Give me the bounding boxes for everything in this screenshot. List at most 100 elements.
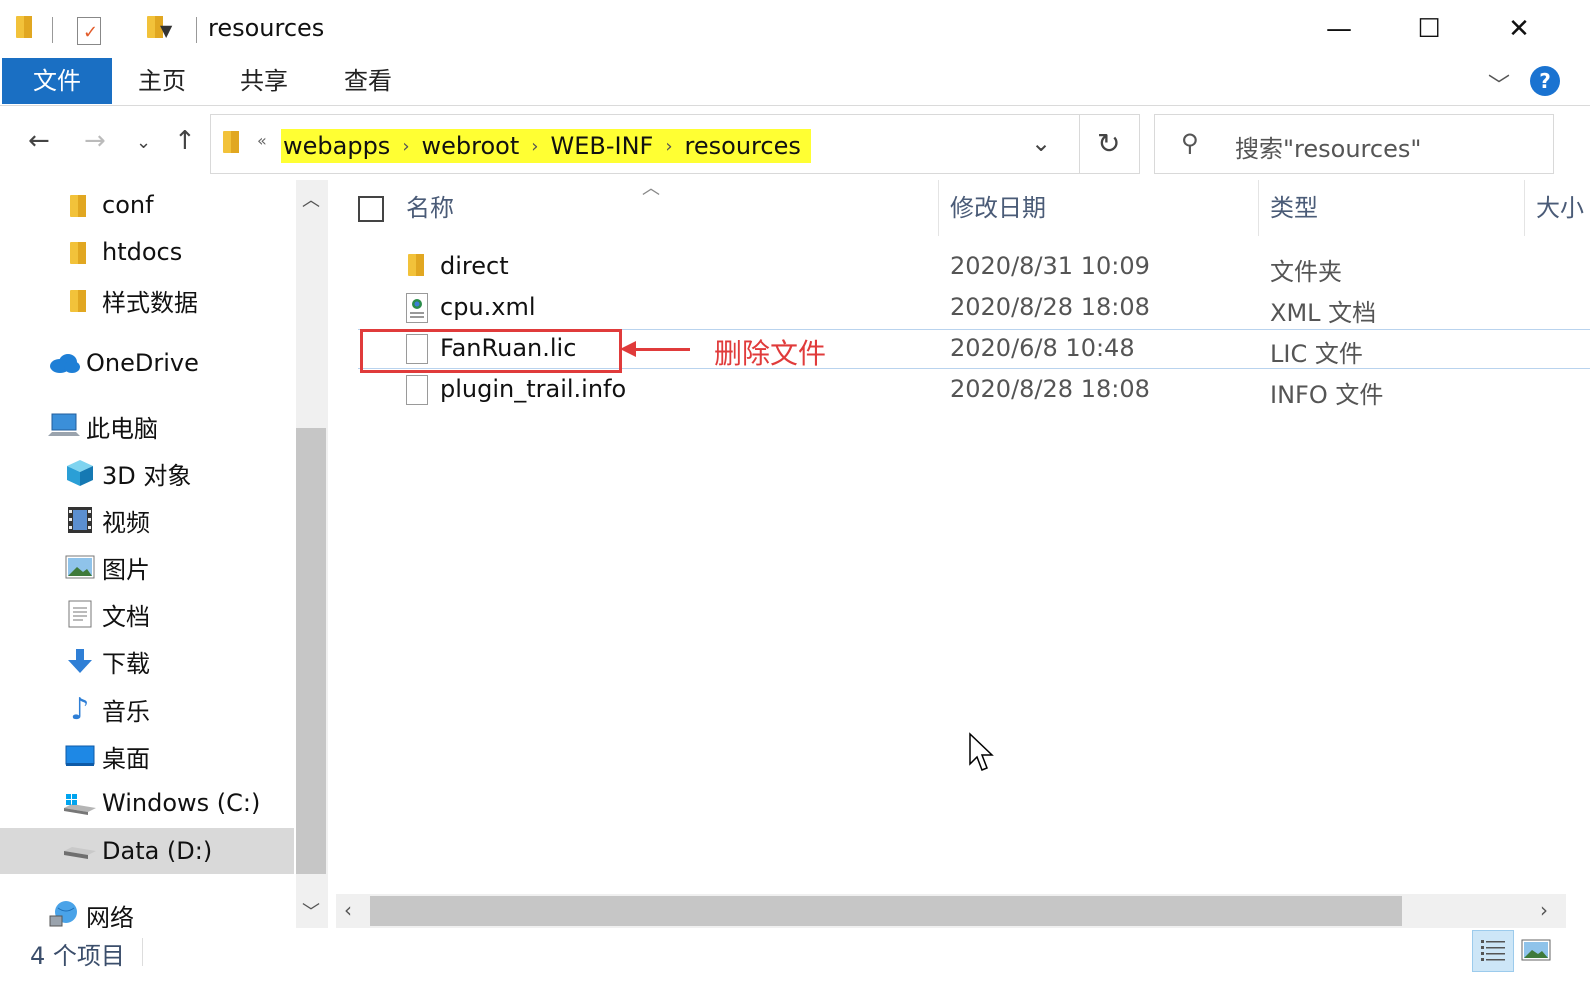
sidebar-item-htdocs[interactable]: htdocs bbox=[0, 229, 294, 275]
column-header-name[interactable]: 名称 bbox=[406, 180, 454, 236]
search-input[interactable]: 搜索"resources" bbox=[1235, 129, 1421, 164]
column-header-type[interactable]: 类型 bbox=[1270, 180, 1318, 236]
horizontal-scrollbar[interactable]: ‹ › bbox=[336, 894, 1566, 928]
breadcrumb-webroot[interactable]: webroot bbox=[422, 132, 520, 160]
sidebar-item-onedrive[interactable]: OneDrive bbox=[0, 340, 294, 386]
music-icon: ♪ bbox=[70, 691, 90, 727]
sidebar-item-label: OneDrive bbox=[86, 349, 199, 377]
details-view-button[interactable] bbox=[1472, 930, 1514, 972]
search-box[interactable]: ⚲ 搜索"resources" bbox=[1154, 114, 1554, 174]
address-bar[interactable]: « webapps › webroot › WEB-INF › resource… bbox=[210, 114, 1140, 174]
column-divider[interactable] bbox=[1524, 180, 1525, 236]
scroll-up-icon[interactable]: ︿ bbox=[302, 186, 320, 212]
drive-icon bbox=[64, 835, 96, 867]
annotation-arrow-line bbox=[624, 348, 690, 351]
sidebar-item-3d-objects[interactable]: 3D 对象 bbox=[0, 450, 294, 496]
column-divider[interactable] bbox=[1258, 180, 1259, 236]
file-type: XML 文档 bbox=[1270, 299, 1377, 327]
folder-icon bbox=[68, 240, 88, 264]
sidebar-item-style-data[interactable]: 样式数据 bbox=[0, 277, 294, 323]
table-row[interactable]: plugin_trail.info 2020/8/28 18:08 INFO 文… bbox=[358, 371, 1590, 411]
select-all-checkbox[interactable] bbox=[358, 196, 384, 222]
sidebar-item-windows-c[interactable]: Windows (C:) bbox=[0, 780, 294, 826]
tab-home[interactable]: 主页 bbox=[112, 58, 212, 104]
address-divider bbox=[1079, 115, 1080, 173]
properties-checkmark-icon[interactable]: ✓ bbox=[77, 17, 101, 45]
sidebar-scrollbar[interactable]: ︿ ﹀ bbox=[296, 180, 328, 928]
file-date: 2020/8/28 18:08 bbox=[950, 293, 1150, 321]
close-button[interactable]: ✕ bbox=[1474, 0, 1564, 58]
sidebar-item-label: htdocs bbox=[102, 238, 183, 266]
scroll-right-icon[interactable]: › bbox=[1540, 898, 1548, 922]
ribbon: 文件 主页 共享 查看 ﹀ ? bbox=[0, 58, 1590, 106]
sidebar-item-data-d[interactable]: Data (D:) bbox=[0, 828, 294, 874]
tab-view[interactable]: 查看 bbox=[318, 58, 418, 104]
address-dropdown-chevron-icon[interactable]: ⌄ bbox=[1031, 129, 1051, 157]
table-row[interactable]: cpu.xml 2020/8/28 18:08 XML 文档 bbox=[358, 289, 1590, 329]
file-list: ︿ 名称 修改日期 类型 大小 direct 2020/8/31 10:09 文… bbox=[330, 178, 1590, 928]
scroll-down-icon[interactable]: ﹀ bbox=[302, 898, 320, 924]
details-view-icon bbox=[1481, 940, 1505, 961]
file-icon bbox=[406, 375, 428, 405]
overflow-chevron-icon[interactable]: « bbox=[257, 131, 267, 150]
table-row[interactable]: direct 2020/8/31 10:09 文件夹 bbox=[358, 248, 1590, 288]
tab-share[interactable]: 共享 bbox=[214, 58, 314, 104]
scroll-left-icon[interactable]: ‹ bbox=[344, 898, 352, 922]
large-icons-view-button[interactable] bbox=[1516, 930, 1558, 972]
cloud-icon bbox=[48, 347, 80, 379]
breadcrumb-separator-icon[interactable]: › bbox=[402, 136, 409, 157]
mouse-cursor-icon bbox=[969, 732, 994, 771]
item-count: 4 个项目 bbox=[30, 942, 125, 970]
breadcrumb-separator-icon[interactable]: › bbox=[665, 136, 672, 157]
toolbar-divider bbox=[196, 17, 197, 43]
windows-drive-icon bbox=[64, 787, 96, 819]
folder-icon bbox=[221, 129, 241, 153]
sidebar-item-pictures[interactable]: 图片 bbox=[0, 544, 294, 590]
minimize-button[interactable]: — bbox=[1294, 0, 1384, 58]
folder-icon bbox=[14, 14, 34, 38]
column-header-size[interactable]: 大小 bbox=[1536, 180, 1590, 236]
sidebar-item-this-pc[interactable]: 此电脑 bbox=[0, 403, 294, 449]
sidebar-item-downloads[interactable]: 下载 bbox=[0, 638, 294, 684]
sidebar-item-label: 文档 bbox=[102, 602, 150, 631]
search-icon: ⚲ bbox=[1181, 129, 1199, 157]
recent-locations-chevron-icon[interactable]: ⌄ bbox=[136, 132, 151, 153]
file-type: INFO 文件 bbox=[1270, 381, 1384, 409]
annotation-label: 删除文件 bbox=[714, 337, 827, 370]
column-header-date[interactable]: 修改日期 bbox=[950, 180, 1046, 236]
sidebar-item-documents[interactable]: 文档 bbox=[0, 591, 294, 637]
sidebar-item-videos[interactable]: 视频 bbox=[0, 497, 294, 543]
sidebar-item-music[interactable]: ♪ 音乐 bbox=[0, 686, 294, 732]
up-arrow-icon[interactable]: ↑ bbox=[174, 126, 196, 156]
back-arrow-icon[interactable]: ← bbox=[28, 126, 50, 156]
column-divider[interactable] bbox=[938, 180, 939, 236]
expand-ribbon-chevron-icon[interactable]: ﹀ bbox=[1488, 68, 1510, 100]
file-type: LIC 文件 bbox=[1270, 340, 1363, 368]
quick-access-dropdown-icon[interactable]: ▼ bbox=[160, 14, 172, 46]
sidebar-item-label: 3D 对象 bbox=[102, 461, 192, 490]
breadcrumb-separator-icon[interactable]: › bbox=[531, 136, 538, 157]
breadcrumb-resources[interactable]: resources bbox=[685, 132, 801, 160]
status-bar: 4 个项目 bbox=[0, 930, 1590, 989]
sidebar-scroll-thumb[interactable] bbox=[296, 428, 326, 874]
folder-icon bbox=[406, 252, 428, 282]
sidebar-item-network[interactable]: 网络 bbox=[0, 892, 294, 928]
file-name: cpu.xml bbox=[440, 293, 536, 321]
folder-icon bbox=[68, 193, 88, 217]
file-type: 文件夹 bbox=[1270, 258, 1342, 286]
sidebar-item-label: 音乐 bbox=[102, 697, 150, 726]
folder-icon bbox=[68, 288, 88, 312]
sidebar-item-conf[interactable]: conf bbox=[0, 182, 294, 228]
refresh-icon[interactable]: ↻ bbox=[1097, 127, 1120, 160]
file-name: direct bbox=[440, 252, 509, 280]
sidebar-item-desktop[interactable]: 桌面 bbox=[0, 733, 294, 779]
forward-arrow-icon[interactable]: → bbox=[84, 126, 106, 156]
help-icon[interactable]: ? bbox=[1530, 66, 1560, 96]
breadcrumb-web-inf[interactable]: WEB-INF bbox=[550, 132, 653, 160]
horizontal-scroll-thumb[interactable] bbox=[370, 896, 1402, 926]
large-icons-view-icon bbox=[1521, 939, 1551, 961]
tab-file[interactable]: 文件 bbox=[2, 58, 112, 104]
maximize-button[interactable]: ☐ bbox=[1384, 0, 1474, 58]
breadcrumb-webapps[interactable]: webapps bbox=[283, 132, 390, 160]
navigation-pane: conf htdocs 样式数据 OneDrive 此电脑 3D 对象 视频 图… bbox=[0, 180, 296, 928]
